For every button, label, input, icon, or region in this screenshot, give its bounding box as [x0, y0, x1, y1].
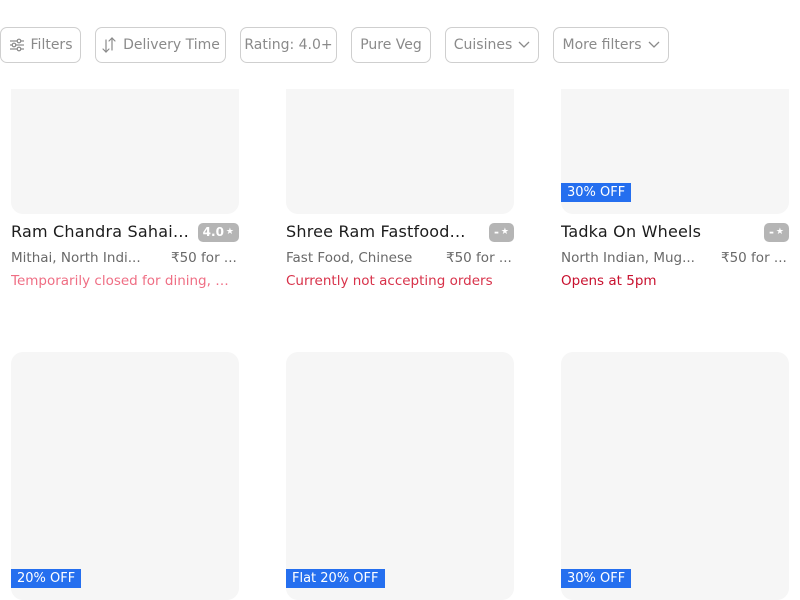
rating-badge: 4.0 ★: [197, 223, 239, 242]
restaurant-name: Shree Ram Fastfood...: [286, 222, 466, 241]
rating-badge: - ★: [488, 223, 514, 242]
chevron-down-icon: [518, 41, 530, 49]
status-text: Temporarily closed for dining, wil...: [11, 273, 239, 289]
restaurant-name: Tadka On Wheels: [561, 222, 702, 241]
rating-filter-label: Rating: 4.0+: [244, 37, 333, 53]
star-icon: ★: [225, 227, 234, 237]
restaurant-name: Ram Chandra Sahai ...: [11, 222, 193, 241]
price-text: ₹50 for ...: [446, 250, 512, 266]
offer-badge: 30% OFF: [561, 183, 632, 202]
pure-veg-filter[interactable]: Pure Veg: [351, 27, 431, 63]
filter-bar: Filters Delivery Time Rating: 4.0+ Pure …: [0, 0, 800, 89]
pure-veg-label: Pure Veg: [360, 37, 422, 53]
rating-value: -: [768, 225, 774, 239]
more-filters-button[interactable]: More filters: [553, 27, 669, 63]
delivery-time-label: Delivery Time: [123, 37, 220, 53]
rating-filter[interactable]: Rating: 4.0+: [240, 27, 337, 63]
star-icon: ★: [775, 227, 784, 237]
restaurant-image: 30% OFF: [561, 352, 789, 600]
rating-badge: - ★: [763, 223, 789, 242]
rating-value: 4.0: [202, 225, 224, 239]
status-text: Currently not accepting orders: [286, 273, 493, 289]
cuisine-text: North Indian, Mug...: [561, 250, 695, 266]
price-text: ₹50 for ...: [171, 250, 237, 266]
price-text: ₹50 for ...: [721, 250, 787, 266]
filters-label: Filters: [30, 37, 73, 53]
status-text: Opens at 5pm: [561, 273, 657, 289]
sort-arrows-icon: [101, 36, 117, 54]
restaurant-card[interactable]: 20% OFF: [11, 352, 239, 600]
cuisines-filter[interactable]: Cuisines: [445, 27, 539, 63]
offer-badge: 20% OFF: [11, 569, 82, 588]
restaurant-card[interactable]: 30% OFF: [561, 352, 789, 600]
restaurant-image: Flat 20% OFF: [286, 352, 514, 600]
filters-button[interactable]: Filters: [0, 27, 81, 63]
delivery-time-filter[interactable]: Delivery Time: [95, 27, 226, 63]
more-filters-label: More filters: [562, 37, 642, 53]
rating-value: -: [493, 225, 499, 239]
cuisine-text: Mithai, North Indi...: [11, 250, 141, 266]
offer-badge: Flat 20% OFF: [286, 569, 385, 588]
cuisine-text: Fast Food, Chinese: [286, 250, 413, 266]
restaurant-card[interactable]: Flat 20% OFF: [286, 352, 514, 600]
offer-badge: 30% OFF: [561, 569, 632, 588]
restaurant-image: 20% OFF: [11, 352, 239, 600]
sliders-icon: [9, 38, 25, 52]
chevron-down-icon: [648, 41, 660, 49]
cuisines-label: Cuisines: [453, 37, 513, 53]
star-icon: ★: [500, 227, 509, 237]
